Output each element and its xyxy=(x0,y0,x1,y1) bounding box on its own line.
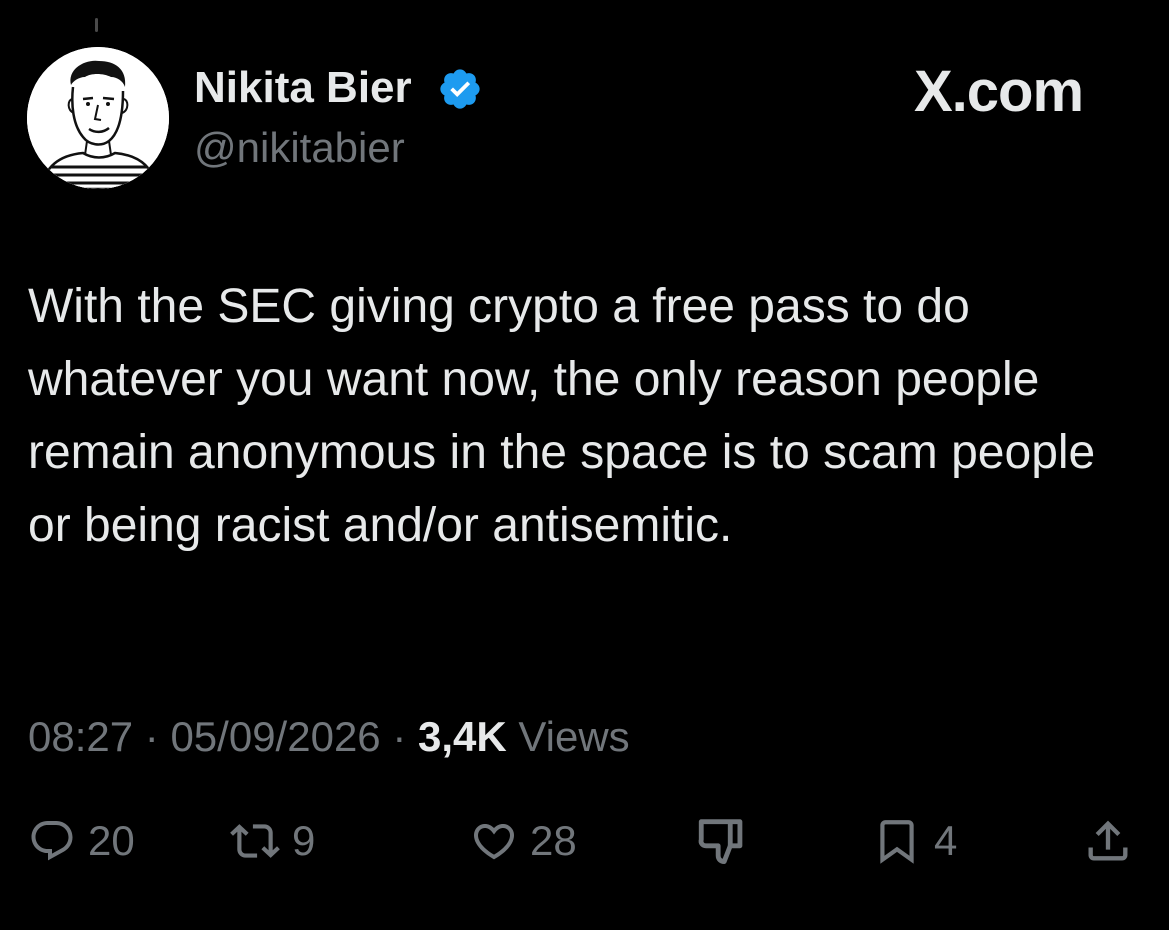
tweet-meta: 08:27 · 05/09/2026 · 3,4K Views xyxy=(28,712,630,762)
user-handle[interactable]: @nikitabier xyxy=(194,124,405,172)
tweet-time[interactable]: 08:27 xyxy=(28,713,133,760)
like-count: 28 xyxy=(530,817,577,864)
share-icon xyxy=(1088,820,1128,861)
dislike-button[interactable] xyxy=(694,808,752,874)
share-button[interactable] xyxy=(1082,808,1134,874)
views-count[interactable]: 3,4K xyxy=(418,713,507,760)
like-button[interactable]: 28 xyxy=(470,808,577,874)
avatar-drawing xyxy=(27,47,169,189)
tweet-date[interactable]: 05/09/2026 xyxy=(170,713,380,760)
display-name[interactable]: Nikita Bier xyxy=(194,62,412,114)
retweet-button[interactable]: 9 xyxy=(230,808,315,874)
tweet-actions: 20 9 28 4 xyxy=(0,808,1169,874)
retweet-count: 9 xyxy=(292,817,316,864)
thumbs-down-icon xyxy=(698,819,743,864)
heart-icon xyxy=(473,824,515,860)
meta-separator: · xyxy=(392,713,407,760)
avatar[interactable] xyxy=(27,47,169,189)
drag-handle xyxy=(95,18,98,32)
brand-logo: X.com xyxy=(914,59,1084,124)
reply-count: 20 xyxy=(88,817,135,864)
bookmark-icon xyxy=(880,820,914,864)
views-label[interactable]: Views xyxy=(518,713,629,760)
bookmark-button[interactable]: 4 xyxy=(872,808,957,874)
verified-badge-icon xyxy=(437,66,483,112)
bookmark-count: 4 xyxy=(934,817,958,864)
retweet-icon xyxy=(230,824,280,858)
meta-separator: · xyxy=(144,713,159,760)
reply-icon xyxy=(31,821,73,861)
tweet-text: With the SEC giving crypto a free pass t… xyxy=(28,280,1096,552)
reply-button[interactable]: 20 xyxy=(28,808,135,874)
